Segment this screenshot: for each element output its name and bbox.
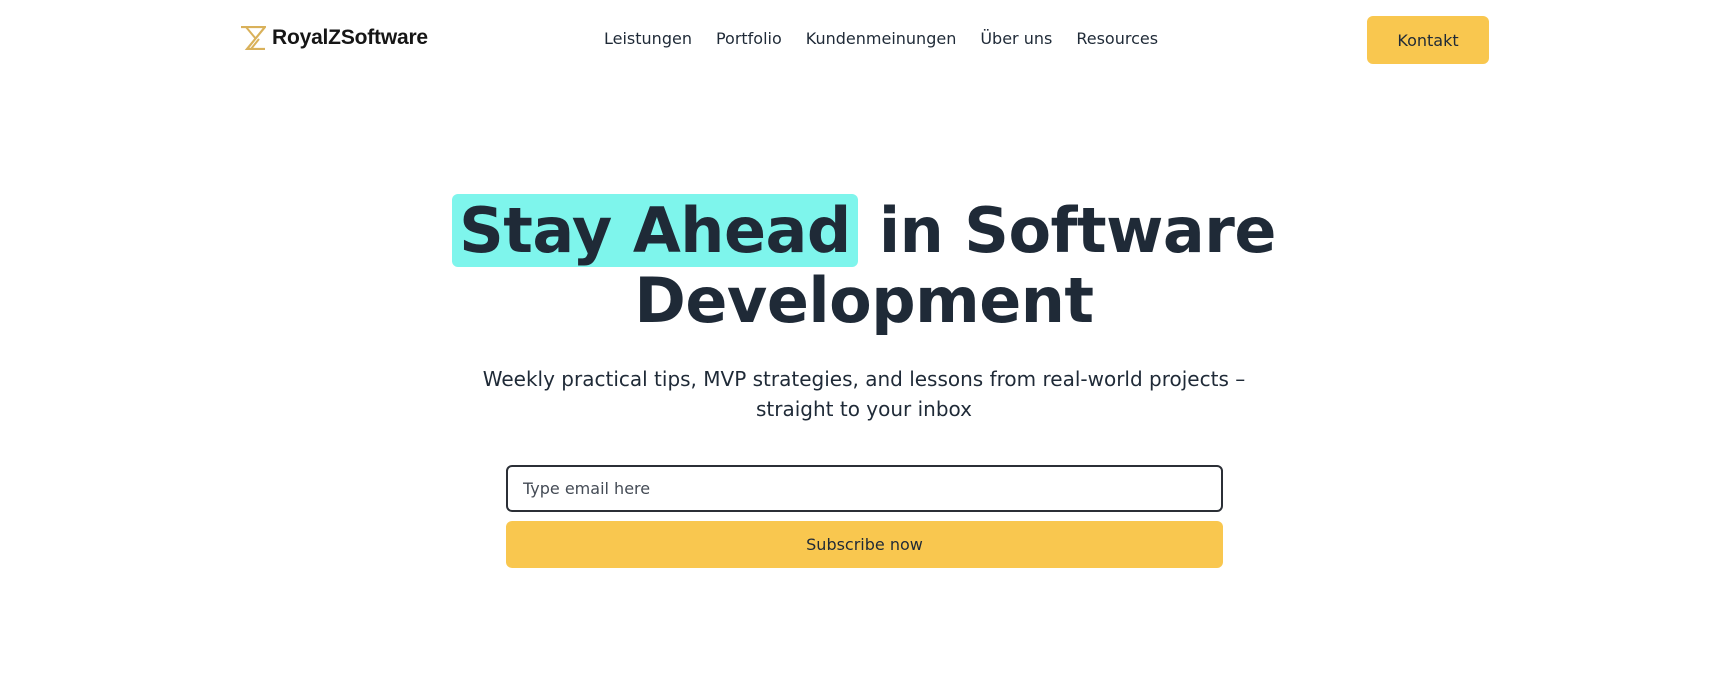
contact-button[interactable]: Kontakt <box>1367 16 1489 64</box>
nav-item-portfolio[interactable]: Portfolio <box>716 29 782 48</box>
nav-item-leistungen[interactable]: Leistungen <box>604 29 692 48</box>
logo[interactable]: RoyalZSoftware <box>240 26 428 50</box>
nav-item-kundenmeinungen[interactable]: Kundenmeinungen <box>806 29 957 48</box>
brand-name: RoyalZSoftware <box>272 26 428 49</box>
title-highlight: Stay Ahead <box>452 194 858 267</box>
main-nav: Leistungen Portfolio Kundenmeinungen Übe… <box>604 29 1158 48</box>
nav-item-ueber-uns[interactable]: Über uns <box>980 29 1052 48</box>
hero-subtitle: Weekly practical tips, MVP strategies, a… <box>0 364 1728 424</box>
subscribe-button[interactable]: Subscribe now <box>506 521 1223 568</box>
site-header: RoyalZSoftware Leistungen Portfolio Kund… <box>0 0 1728 80</box>
page: RoyalZSoftware Leistungen Portfolio Kund… <box>0 0 1728 700</box>
nav-item-resources[interactable]: Resources <box>1076 29 1158 48</box>
royalz-logo-icon <box>241 26 266 50</box>
subtitle-line1: Weekly practical tips, MVP strategies, a… <box>482 367 1246 391</box>
title-line2: Development <box>634 264 1094 337</box>
hero-title: Stay Ahead in Software Development <box>0 194 1728 337</box>
email-input[interactable] <box>506 465 1223 512</box>
title-rest-line1: in Software <box>878 194 1277 267</box>
subtitle-line2: straight to your inbox <box>755 397 972 421</box>
